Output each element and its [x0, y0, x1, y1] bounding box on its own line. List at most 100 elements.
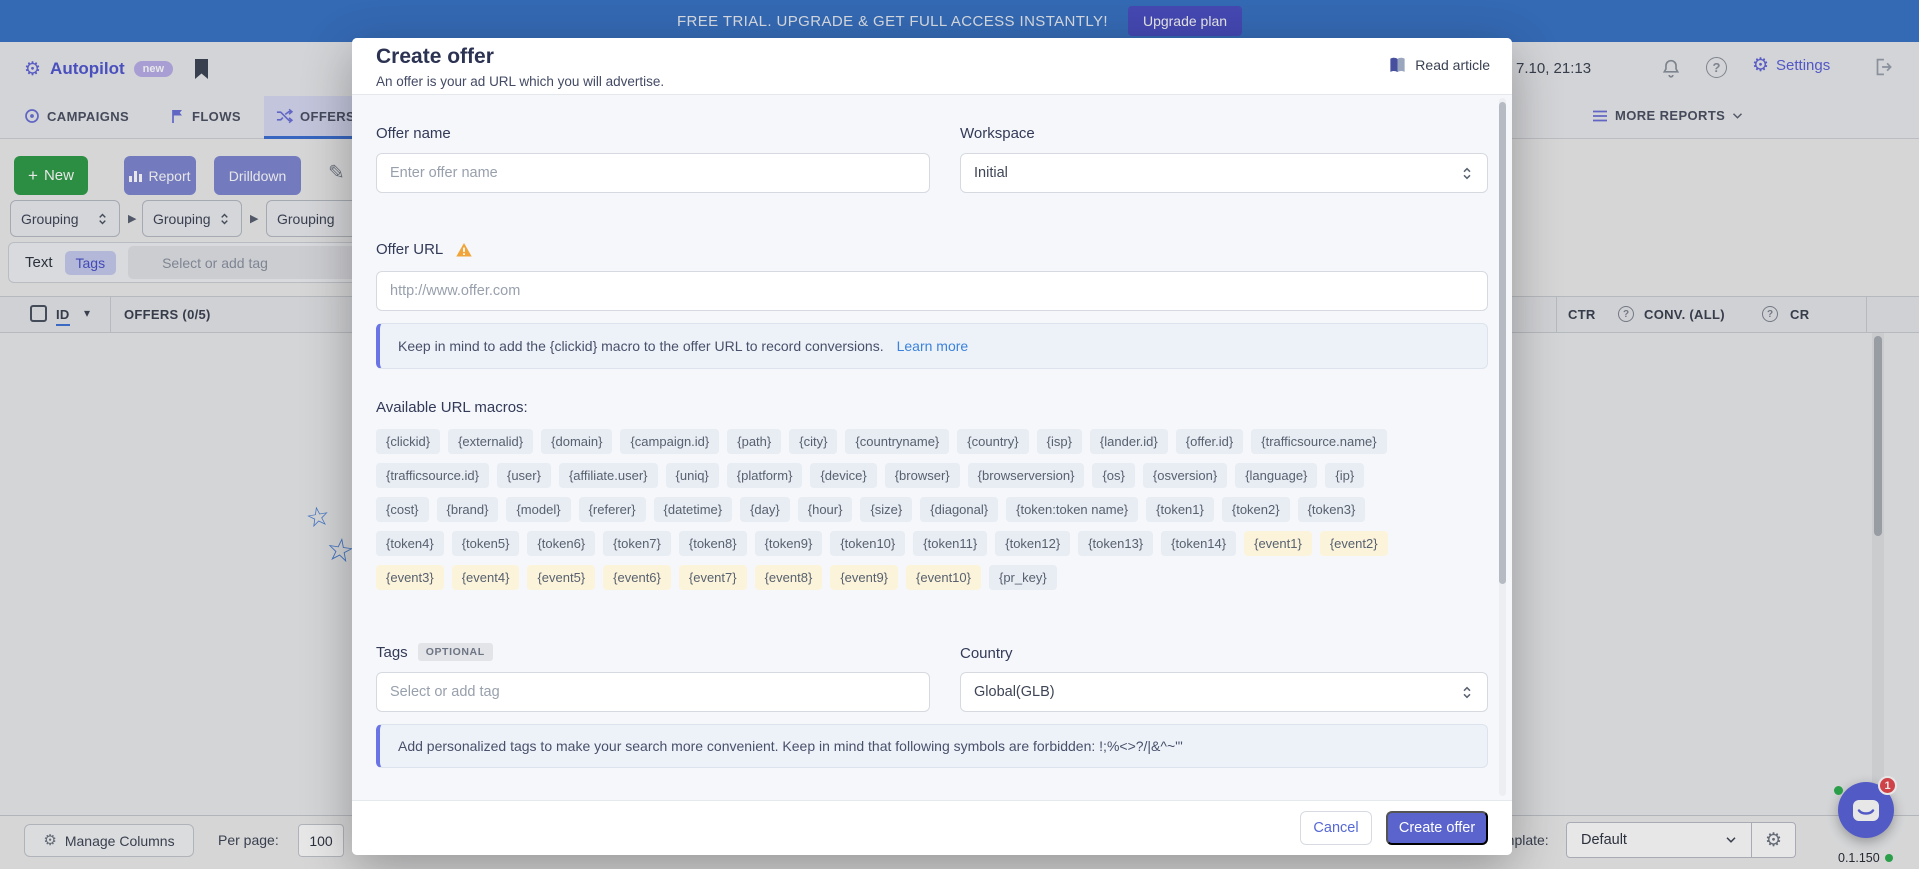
macro-chip[interactable]: {isp}: [1037, 429, 1082, 454]
offer-url-input[interactable]: [376, 271, 1488, 311]
book-icon: [1388, 56, 1407, 74]
macro-chip[interactable]: {event7}: [679, 565, 747, 590]
macro-chip[interactable]: {event2}: [1320, 531, 1388, 556]
macro-chip[interactable]: {clickid}: [376, 429, 440, 454]
macro-chip[interactable]: {day}: [740, 497, 790, 522]
macro-chip[interactable]: {os}: [1092, 463, 1134, 488]
warning-icon: [455, 242, 473, 258]
macro-chip[interactable]: {token5}: [452, 531, 520, 556]
country-select-value: Global(GLB): [974, 684, 1055, 700]
macro-chip[interactable]: {token13}: [1078, 531, 1153, 556]
macro-chip[interactable]: {event10}: [906, 565, 981, 590]
tags-input[interactable]: [376, 672, 930, 712]
macro-chip-list: {clickid} {externalid} {domain} {campaign.i…: [376, 429, 1488, 590]
macro-chip[interactable]: {lander.id}: [1090, 429, 1168, 454]
macro-chip[interactable]: {event8}: [755, 565, 823, 590]
tags-info-box: Add personalized tags to make your searc…: [376, 724, 1488, 768]
macro-chip[interactable]: {datetime}: [654, 497, 733, 522]
macro-chip-row: {token4} {token5} {token6} {token7} {token8}…: [376, 531, 1488, 556]
macro-chip[interactable]: {event6}: [603, 565, 671, 590]
workspace-select-value: Initial: [974, 165, 1008, 181]
macro-chip[interactable]: {brand}: [437, 497, 499, 522]
macro-chip[interactable]: {countryname}: [845, 429, 949, 454]
clickid-info-box: Keep in mind to add the {clickid} macro …: [376, 323, 1488, 369]
modal-subtitle: An offer is your ad URL which you will a…: [376, 74, 664, 89]
tags-label: Tags: [376, 644, 408, 661]
updown-icon: [1460, 166, 1474, 181]
macro-chip[interactable]: {browserversion}: [968, 463, 1085, 488]
country-select[interactable]: Global(GLB): [960, 672, 1488, 712]
macro-chip-row: {cost} {brand} {model} {referer} {datetime} {…: [376, 497, 1488, 522]
macro-chip[interactable]: {token9}: [755, 531, 823, 556]
macro-chip[interactable]: {user}: [497, 463, 551, 488]
macro-chip[interactable]: {event4}: [452, 565, 520, 590]
macro-chip[interactable]: {token7}: [603, 531, 671, 556]
modal-scrollbar-thumb[interactable]: [1499, 102, 1506, 584]
macro-chip[interactable]: {token14}: [1161, 531, 1236, 556]
macro-chip[interactable]: {osversion}: [1143, 463, 1227, 488]
macro-chip[interactable]: {model}: [506, 497, 570, 522]
offer-name-label: Offer name: [376, 125, 451, 142]
macro-chip[interactable]: {ip}: [1325, 463, 1364, 488]
macro-chip-row: {event3} {event4} {event5} {event6} {event7}…: [376, 565, 1488, 590]
macro-chip[interactable]: {affiliate.user}: [559, 463, 658, 488]
macro-chip[interactable]: {token8}: [679, 531, 747, 556]
macro-chip[interactable]: {event5}: [527, 565, 595, 590]
macro-chip[interactable]: {token12}: [995, 531, 1070, 556]
macro-chip[interactable]: {country}: [957, 429, 1028, 454]
modal-title: Create offer: [376, 45, 494, 69]
macro-chip[interactable]: {path}: [727, 429, 781, 454]
macro-chip[interactable]: {platform}: [727, 463, 803, 488]
macro-chip[interactable]: {token3}: [1298, 497, 1366, 522]
tags-note-text: Add personalized tags to make your searc…: [398, 738, 1183, 754]
macro-chip[interactable]: {event9}: [830, 565, 898, 590]
macro-chip-row: {trafficsource.id} {user} {affiliate.user}…: [376, 463, 1488, 488]
macro-chip[interactable]: {event1}: [1244, 531, 1312, 556]
macros-title: Available URL macros:: [376, 399, 528, 416]
macro-chip[interactable]: {pr_key}: [989, 565, 1057, 590]
read-article-link[interactable]: Read article: [1388, 56, 1490, 74]
app-window: FREE TRIAL. UPGRADE & GET FULL ACCESS IN…: [0, 0, 1919, 869]
modal-content: Offer name Workspace Initial Offer URL K…: [352, 95, 1512, 800]
read-article-label: Read article: [1415, 57, 1490, 73]
macro-chip[interactable]: {language}: [1235, 463, 1317, 488]
macro-chip[interactable]: {token10}: [830, 531, 905, 556]
create-offer-modal: Create offer An offer is your ad URL whi…: [352, 38, 1512, 855]
macro-chip[interactable]: {token6}: [527, 531, 595, 556]
macro-chip[interactable]: {token11}: [913, 531, 987, 556]
macro-chip[interactable]: {size}: [860, 497, 912, 522]
updown-icon: [1460, 685, 1474, 700]
macro-chip[interactable]: {token1}: [1146, 497, 1214, 522]
macro-chip[interactable]: {externalid}: [448, 429, 533, 454]
macro-chip[interactable]: {city}: [789, 429, 837, 454]
workspace-label: Workspace: [960, 125, 1035, 142]
macro-chip[interactable]: {referer}: [579, 497, 646, 522]
macro-chip[interactable]: {uniq}: [666, 463, 719, 488]
workspace-select[interactable]: Initial: [960, 153, 1488, 193]
modal-header: Create offer An offer is your ad URL whi…: [352, 38, 1512, 95]
learn-more-link[interactable]: Learn more: [897, 338, 969, 354]
macro-chip[interactable]: {offer.id}: [1176, 429, 1243, 454]
optional-badge: OPTIONAL: [418, 643, 493, 661]
macro-chip[interactable]: {domain}: [541, 429, 612, 454]
macro-chip[interactable]: {browser}: [885, 463, 960, 488]
modal-scrollbar-track[interactable]: [1499, 98, 1506, 796]
macro-chip[interactable]: {trafficsource.id}: [376, 463, 489, 488]
macro-chip[interactable]: {cost}: [376, 497, 429, 522]
country-label: Country: [960, 645, 1013, 662]
offer-name-input[interactable]: [376, 153, 930, 193]
macro-chip[interactable]: {token2}: [1222, 497, 1290, 522]
macro-chip[interactable]: {device}: [810, 463, 876, 488]
offer-url-label: Offer URL: [376, 241, 443, 258]
macro-chip[interactable]: {trafficsource.name}: [1251, 429, 1386, 454]
macro-chip[interactable]: {hour}: [798, 497, 853, 522]
cancel-button[interactable]: Cancel: [1300, 811, 1372, 845]
create-offer-button[interactable]: Create offer: [1386, 811, 1488, 845]
macro-chip[interactable]: {diagonal}: [920, 497, 998, 522]
macro-chip-row: {clickid} {externalid} {domain} {campaign.i…: [376, 429, 1488, 454]
macro-chip[interactable]: {event3}: [376, 565, 444, 590]
clickid-note-text: Keep in mind to add the {clickid} macro …: [398, 338, 884, 354]
macro-chip[interactable]: {token4}: [376, 531, 444, 556]
macro-chip[interactable]: {token:token name}: [1006, 497, 1138, 522]
macro-chip[interactable]: {campaign.id}: [620, 429, 719, 454]
